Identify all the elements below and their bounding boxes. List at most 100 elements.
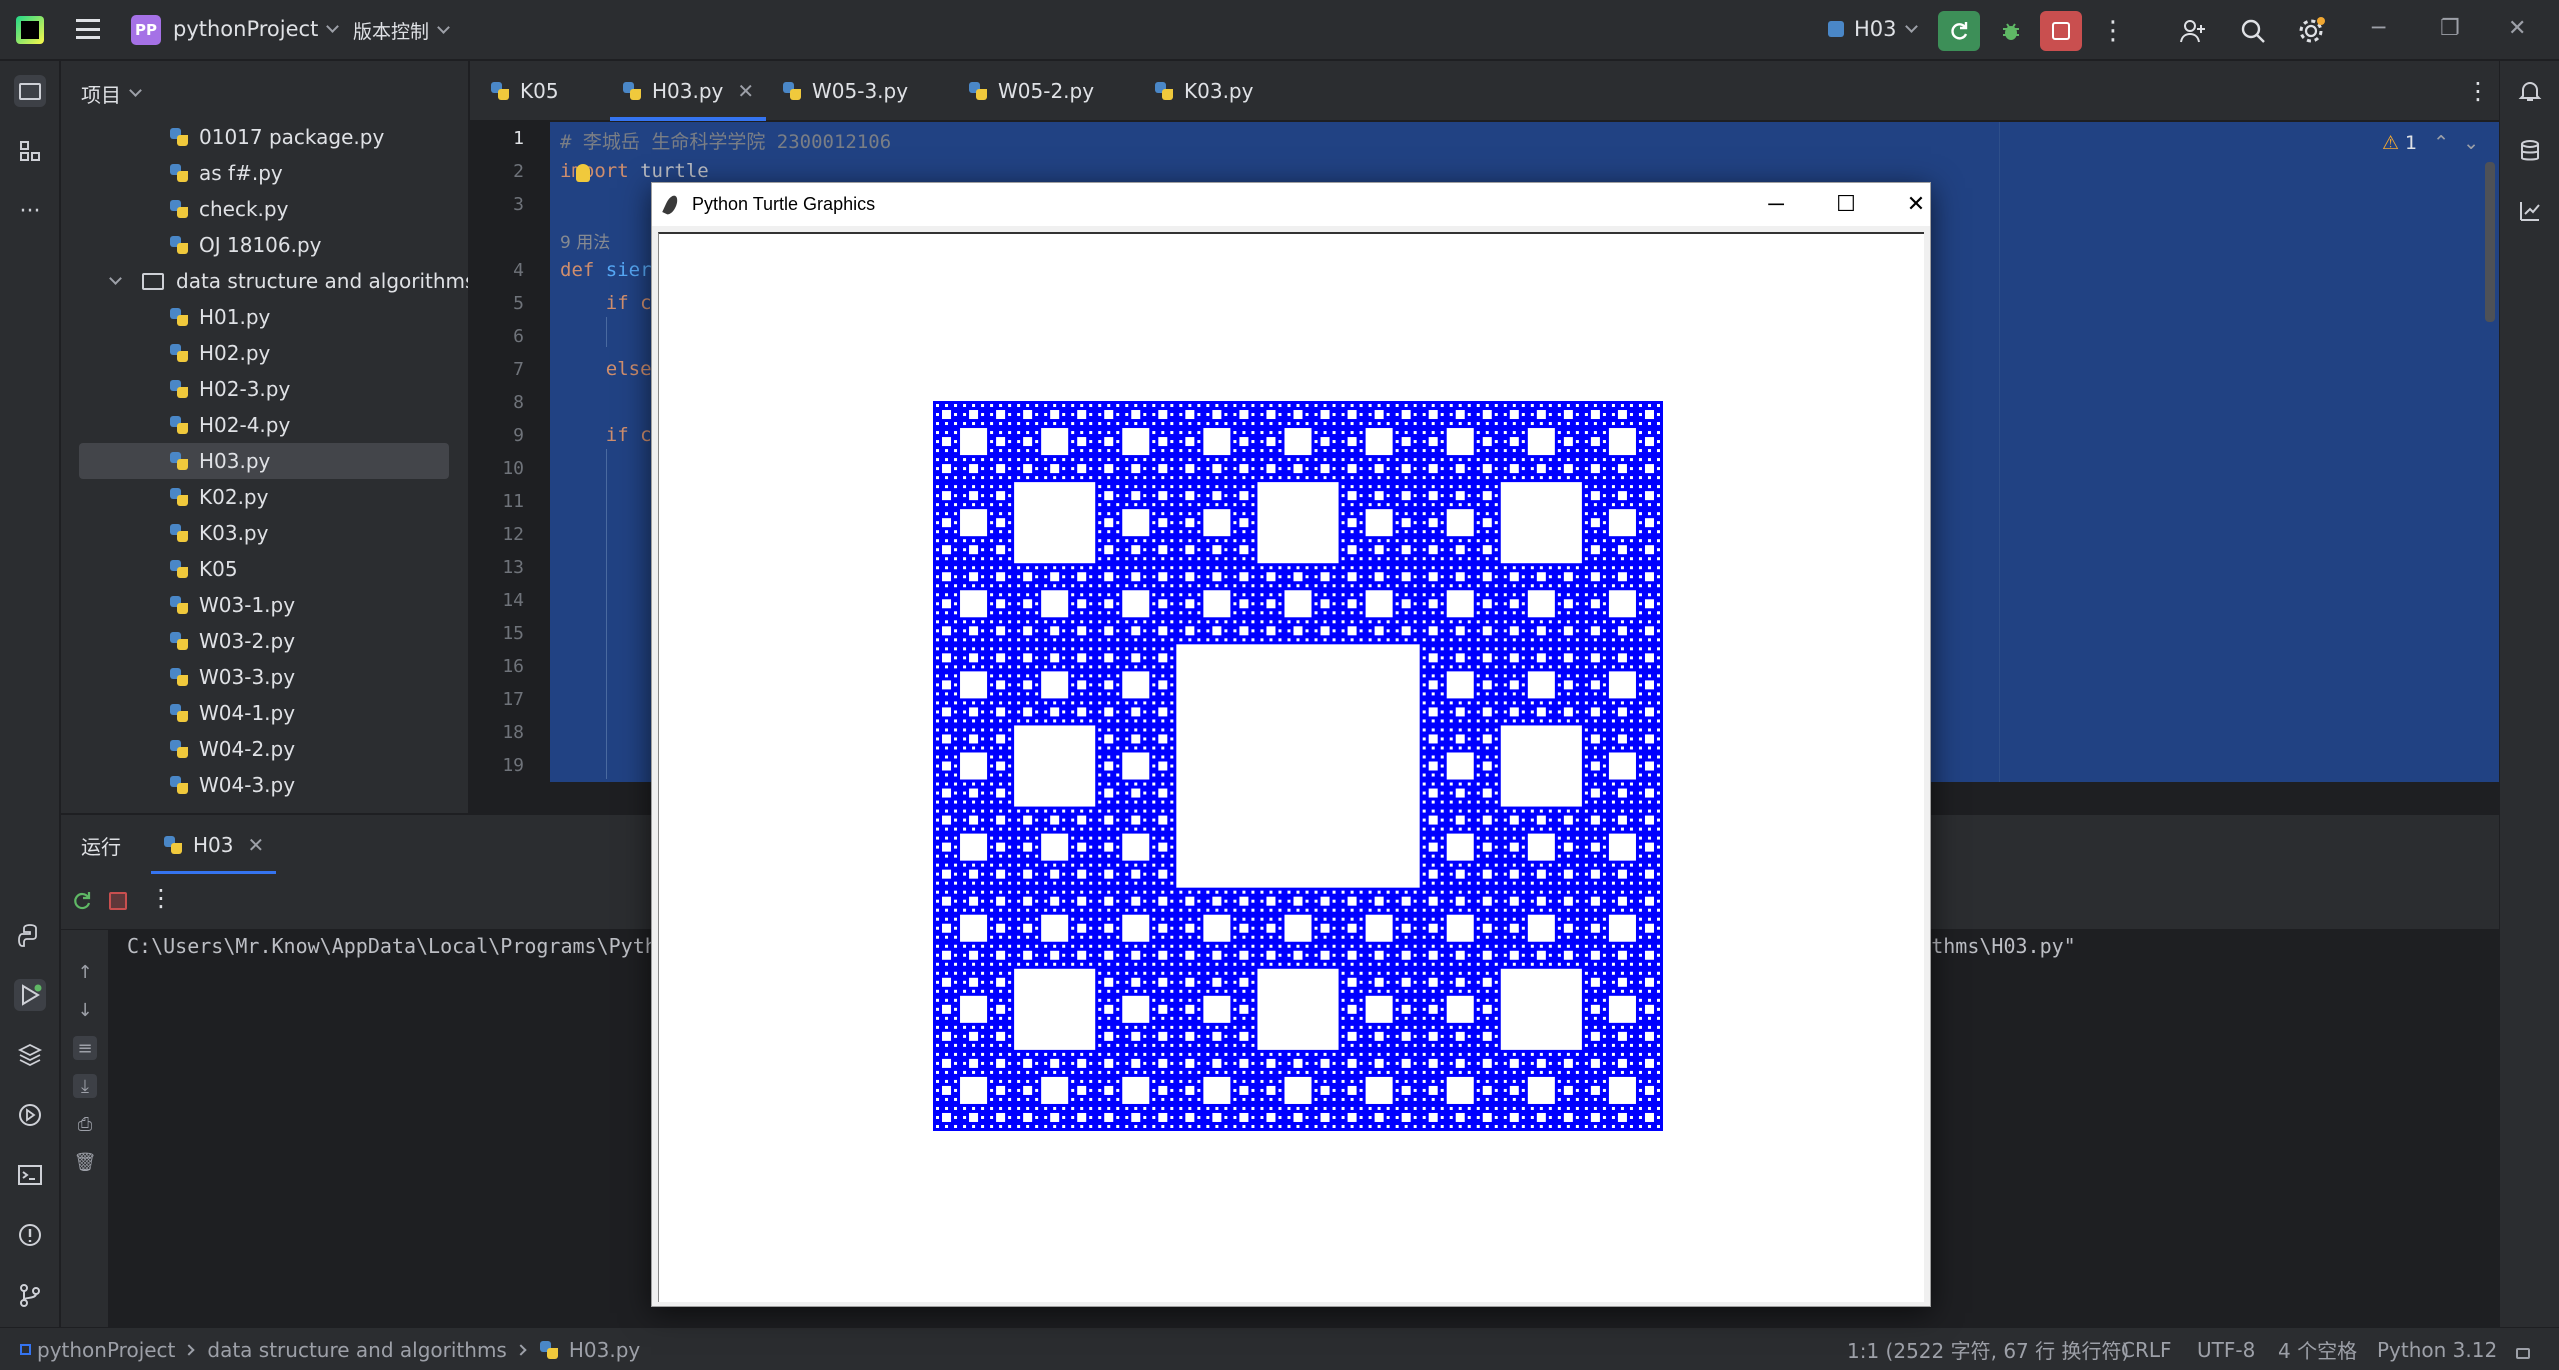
debug-button[interactable] [1990, 11, 2032, 51]
stop-button[interactable] [2040, 11, 2082, 51]
tree-item-file-selected[interactable]: H03.py [79, 443, 449, 479]
carpet-hole [1449, 782, 1453, 786]
stop-icon[interactable] [109, 892, 127, 910]
tab-options-button[interactable]: ⋮ [2466, 61, 2490, 121]
tree-item-file[interactable]: K03.py [169, 515, 268, 551]
tree-item-file[interactable]: 01017 package.py [169, 119, 384, 155]
print-icon[interactable]: ⎙ [73, 1112, 97, 1136]
python-interpreter[interactable]: Python 3.12 [2377, 1328, 2497, 1370]
breadcrumb-item[interactable]: pythonProject [37, 1338, 175, 1362]
run-more-options-button[interactable]: ⋮ [149, 884, 173, 912]
notifications-button[interactable] [2514, 75, 2546, 107]
tree-item-file[interactable]: OJ 18106.py [169, 227, 322, 263]
chevron-down-icon[interactable] [109, 271, 122, 285]
search-button[interactable] [2232, 11, 2274, 51]
carpet-hole [1401, 923, 1411, 933]
project-tool-button[interactable] [14, 75, 46, 107]
close-window-button[interactable]: ✕ [2508, 16, 2526, 41]
tab-k03[interactable]: K03.py [1154, 61, 1253, 121]
terminal-button[interactable] [14, 1159, 46, 1191]
python-packages-button[interactable] [14, 1039, 46, 1071]
services-button[interactable] [14, 1099, 46, 1131]
carpet-hole [1494, 647, 1498, 651]
tab-k05[interactable]: K05 [490, 61, 559, 121]
problems-button[interactable] [14, 1219, 46, 1251]
soft-wrap-icon[interactable]: ≡ [73, 1036, 97, 1060]
turtle-close-button[interactable]: ✕ [1896, 189, 1936, 219]
breadcrumb-item[interactable]: data structure and algorithms [207, 1338, 506, 1362]
carpet-hole [1521, 872, 1525, 876]
turtle-graphics-window[interactable]: Python Turtle Graphics ─ ☐ ✕ [651, 182, 1931, 1307]
indent-setting[interactable]: 4 个空格 [2278, 1328, 2357, 1370]
tree-item-folder[interactable]: data structure and algorithms [109, 263, 468, 299]
main-menu-icon[interactable] [76, 19, 100, 39]
tree-item-file[interactable]: K05 [169, 551, 238, 587]
turtle-canvas[interactable] [658, 232, 1924, 1302]
turtle-minimize-button[interactable]: ─ [1756, 189, 1796, 219]
rerun-button[interactable] [71, 890, 93, 912]
tab-w05-2[interactable]: W05-2.py [968, 61, 1094, 121]
more-actions-button[interactable]: ⋮ [2092, 11, 2134, 51]
tree-item-file[interactable]: W03-3.py [169, 659, 295, 695]
tree-item-file[interactable]: H02.py [169, 335, 270, 371]
carpet-hole [1131, 896, 1141, 906]
run-tool-button[interactable] [14, 979, 46, 1011]
settings-button[interactable] [2290, 11, 2332, 51]
editor-scrollbar[interactable] [2485, 162, 2495, 322]
file-encoding[interactable]: UTF-8 [2197, 1328, 2255, 1370]
tab-h03[interactable]: H03.py ✕ [609, 61, 767, 121]
tree-item-file[interactable]: W04-2.py [169, 731, 295, 767]
breadcrumb-item[interactable]: H03.py [569, 1338, 640, 1362]
line-separator[interactable]: CRLF [2121, 1328, 2172, 1370]
arrow-up-icon[interactable]: ↑ [73, 960, 97, 984]
tree-item-file[interactable]: W03-1.py [169, 587, 295, 623]
scroll-to-end-icon[interactable]: ⤓ [73, 1074, 97, 1098]
carpet-hole [1590, 1058, 1600, 1068]
carpet-hole [1161, 539, 1165, 543]
structure-tool-button[interactable] [14, 135, 46, 167]
pycharm-logo-icon[interactable] [16, 16, 44, 44]
database-button[interactable] [2514, 135, 2546, 167]
tree-item-file[interactable]: as f#.py [169, 155, 283, 191]
inspection-widget[interactable]: ⚠ 1 ⌃ ⌄ [2382, 127, 2492, 159]
tree-item-file[interactable]: W03-2.py [169, 623, 295, 659]
tree-item-file[interactable]: W04-1.py [169, 695, 295, 731]
tree-item-file[interactable]: W04-3.py [169, 767, 295, 803]
trash-icon[interactable]: 🗑 [73, 1150, 97, 1174]
carpet-hole [999, 800, 1003, 804]
project-selector[interactable]: pythonProject [173, 17, 340, 41]
minimize-window-button[interactable]: ─ [2372, 16, 2385, 41]
usages-hint[interactable]: 9 用法 [560, 228, 610, 253]
caret-position[interactable]: 1:1 (2522 字符, 67 行 换行符) [1847, 1328, 2129, 1370]
add-user-button[interactable] [2172, 11, 2214, 51]
tree-item-file[interactable]: H01.py [169, 299, 270, 335]
project-badge[interactable]: PP [131, 15, 161, 45]
carpet-hole [1350, 971, 1354, 975]
python-console-button[interactable] [14, 919, 46, 951]
close-tab-icon[interactable]: ✕ [737, 79, 754, 103]
git-button[interactable] [14, 1279, 46, 1311]
turtle-window-titlebar[interactable]: Python Turtle Graphics ─ ☐ ✕ [652, 183, 1930, 226]
tree-item-file[interactable]: H02-3.py [169, 371, 290, 407]
tree-item-file[interactable]: check.py [169, 191, 288, 227]
carpet-hole [1413, 917, 1417, 921]
more-tools-button[interactable]: ··· [14, 195, 46, 227]
sciview-button[interactable] [2514, 195, 2546, 227]
vcs-menu[interactable]: 版本控制 [353, 17, 450, 44]
tree-item-file[interactable]: K02.py [169, 479, 268, 515]
restore-window-button[interactable]: ❐ [2440, 16, 2460, 41]
lock-icon[interactable] [2516, 1328, 2530, 1370]
intention-bulb-icon[interactable] [576, 164, 590, 182]
tab-run-h03[interactable]: H03 ✕ [150, 815, 277, 875]
tree-item-file[interactable]: H02-4.py [169, 407, 290, 443]
rerun-button[interactable] [1938, 11, 1980, 51]
run-config-selector[interactable]: H03 [1828, 17, 1918, 41]
turtle-maximize-button[interactable]: ☐ [1826, 189, 1866, 219]
tab-w05-3[interactable]: W05-3.py [782, 61, 908, 121]
close-tab-icon[interactable]: ✕ [248, 833, 265, 857]
carpet-hole [1188, 998, 1192, 1002]
previous-highlight-icon[interactable]: ⌃ [2433, 132, 2449, 154]
next-highlight-icon[interactable]: ⌄ [2463, 132, 2479, 154]
arrow-down-icon[interactable]: ↓ [73, 998, 97, 1022]
project-panel-header[interactable]: 项目 [81, 79, 142, 108]
